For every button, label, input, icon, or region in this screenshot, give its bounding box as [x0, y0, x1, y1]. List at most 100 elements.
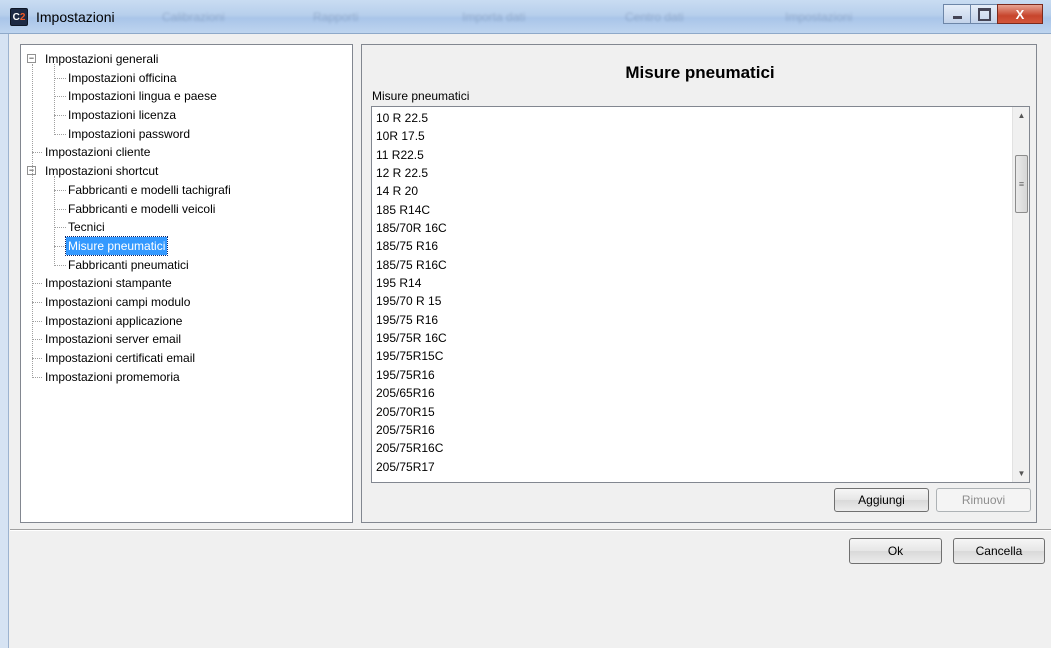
list-item[interactable]: 205/70R15: [372, 403, 1029, 421]
tree-item-label: Impostazioni officina: [68, 70, 177, 85]
list-item[interactable]: 14 R 20: [372, 182, 1029, 200]
add-button[interactable]: Aggiungi: [834, 488, 929, 512]
tree-item-label: Fabbricanti e modelli tachigrafi: [68, 182, 231, 197]
tree-connector: [32, 339, 42, 341]
tree-connector: [32, 320, 42, 322]
tree-connector: [32, 152, 42, 154]
tree-item-label: Impostazioni cliente: [45, 145, 151, 160]
list-item[interactable]: 195 R14: [372, 274, 1029, 292]
tree-connector: [54, 96, 66, 98]
list-item[interactable]: 185/75 R16: [372, 237, 1029, 255]
collapse-icon[interactable]: −: [27, 54, 36, 63]
tree-connector: [54, 133, 66, 135]
tree-item-label: Impostazioni shortcut: [45, 164, 159, 179]
tree-item-label: Impostazioni lingua e paese: [68, 89, 217, 104]
list-item[interactable]: 205/75R16: [372, 421, 1029, 439]
tree-item[interactable]: Tecnici: [21, 218, 352, 237]
tree-connector: [54, 245, 66, 247]
tree-item[interactable]: Impostazioni promemoria: [21, 368, 352, 387]
settings-tree[interactable]: − Impostazioni generali Impostazioni offic…: [21, 45, 352, 386]
tree-item-label: Impostazioni generali: [45, 52, 159, 66]
tree-item-label: Misure pneumatici: [64, 235, 169, 256]
list-item[interactable]: 10 R 22.5: [372, 109, 1029, 127]
tree-item[interactable]: Impostazioni lingua e paese: [21, 87, 352, 106]
tree-item-label: Impostazioni password: [68, 126, 191, 141]
tree-item-label: Impostazioni applicazione: [45, 313, 183, 328]
list-item[interactable]: 195/75R15C: [372, 347, 1029, 365]
tree-item[interactable]: Misure pneumatici: [21, 235, 352, 256]
tree-connector: [54, 208, 66, 210]
list-item[interactable]: 10R 17.5: [372, 127, 1029, 145]
tree-item[interactable]: − Impostazioni shortcut: [21, 162, 352, 181]
tree-item[interactable]: Impostazioni licenza: [21, 106, 352, 125]
tree-item-label: Impostazioni licenza: [68, 108, 177, 123]
tree-item[interactable]: Impostazioni cliente: [21, 143, 352, 162]
background-tab: Importa dati: [462, 10, 526, 24]
panel-title: Misure pneumatici: [625, 63, 775, 82]
tree-item-label: Impostazioni campi modulo: [45, 294, 191, 309]
scroll-thumb[interactable]: ≡: [1015, 155, 1028, 213]
tree-connector: [32, 301, 42, 303]
tree-connector: [54, 189, 66, 191]
vertical-scrollbar[interactable]: ▲ ≡ ▼: [1012, 107, 1029, 482]
list-item[interactable]: 185/70R 16C: [372, 219, 1029, 237]
tree-item-label: Impostazioni promemoria: [45, 369, 180, 384]
list-item[interactable]: 195/75R16: [372, 366, 1029, 384]
list-item[interactable]: 205/75R16C: [372, 439, 1029, 457]
list-item[interactable]: 185/75 R16C: [372, 256, 1029, 274]
list-item[interactable]: 185 R14C: [372, 201, 1029, 219]
tree-item[interactable]: Impostazioni stampante: [21, 274, 352, 293]
list-item[interactable]: 195/70 R 15: [372, 292, 1029, 310]
scroll-up-icon[interactable]: ▲: [1013, 107, 1029, 124]
tree-connector: [32, 358, 42, 359]
close-button[interactable]: X: [997, 4, 1043, 24]
tree-item[interactable]: Impostazioni applicazione: [21, 312, 352, 331]
tree-item-label: Fabbricanti pneumatici: [68, 257, 189, 272]
tree-item[interactable]: Impostazioni server email: [21, 330, 352, 349]
maximize-button[interactable]: [970, 4, 998, 24]
tree-connector: [32, 64, 33, 378]
tree-item-label: Fabbricanti e modelli veicoli: [68, 201, 216, 216]
remove-button[interactable]: Rimuovi: [936, 488, 1031, 512]
list-label: Misure pneumatici: [372, 89, 470, 103]
tree-connector: [32, 376, 42, 378]
tree-item[interactable]: Fabbricanti e modelli veicoli: [21, 200, 352, 219]
tree-connector: [54, 64, 55, 135]
cancel-button[interactable]: Cancella: [953, 538, 1045, 564]
minimize-button[interactable]: [943, 4, 971, 24]
list-item[interactable]: 205/65R16: [372, 384, 1029, 402]
background-tab: Centro dati: [625, 10, 684, 24]
list-item[interactable]: 195/75 R16: [372, 311, 1029, 329]
scroll-down-icon[interactable]: ▼: [1013, 465, 1029, 482]
list-item[interactable]: 195/75R 16C: [372, 329, 1029, 347]
tree-item-label: Impostazioni stampante: [45, 276, 172, 291]
tree-connector: [54, 77, 66, 79]
tree-item[interactable]: Impostazioni campi modulo: [21, 293, 352, 312]
tree-item-label: Impostazioni server email: [45, 332, 182, 347]
tree-item[interactable]: Impostazioni password: [21, 125, 352, 144]
tree-connector: [54, 264, 66, 266]
list-item[interactable]: 11 R22.5: [372, 146, 1029, 164]
ok-button[interactable]: Ok: [849, 538, 942, 564]
window-title: Impostazioni: [36, 9, 115, 25]
title-bar[interactable]: C2 Impostazioni Calibrazioni Rapporti Im…: [0, 0, 1051, 34]
list-item[interactable]: 12 R 22.5: [372, 164, 1029, 182]
tree-item-label: Impostazioni certificati email: [45, 351, 196, 365]
tree-item[interactable]: Impostazioni officina: [21, 69, 352, 88]
tree-item[interactable]: − Impostazioni generali: [21, 50, 352, 69]
separator: [10, 529, 1051, 531]
background-tab: Impostazioni: [785, 10, 853, 24]
tire-sizes-list[interactable]: 10 R 22.5 10R 17.5 11 R22.5 12 R 22.5 14 R 2…: [371, 106, 1030, 483]
window-border: [0, 34, 9, 648]
tire-sizes-panel: Misure pneumatici Misure pneumatici 10 R…: [361, 44, 1037, 523]
list-item[interactable]: 205/75R17: [372, 458, 1029, 476]
background-tab: Calibrazioni: [162, 10, 225, 24]
tree-item-label: Tecnici: [68, 220, 105, 235]
settings-tree-panel[interactable]: − Impostazioni generali Impostazioni offic…: [20, 44, 353, 523]
tree-connector: [54, 176, 55, 266]
tree-item[interactable]: Fabbricanti pneumatici: [21, 256, 352, 275]
tree-item[interactable]: Fabbricanti e modelli tachigrafi: [21, 181, 352, 200]
tree-connector: [54, 115, 66, 117]
tree-item[interactable]: Impostazioni certificati email: [21, 349, 352, 368]
background-tab: Rapporti: [313, 10, 359, 24]
